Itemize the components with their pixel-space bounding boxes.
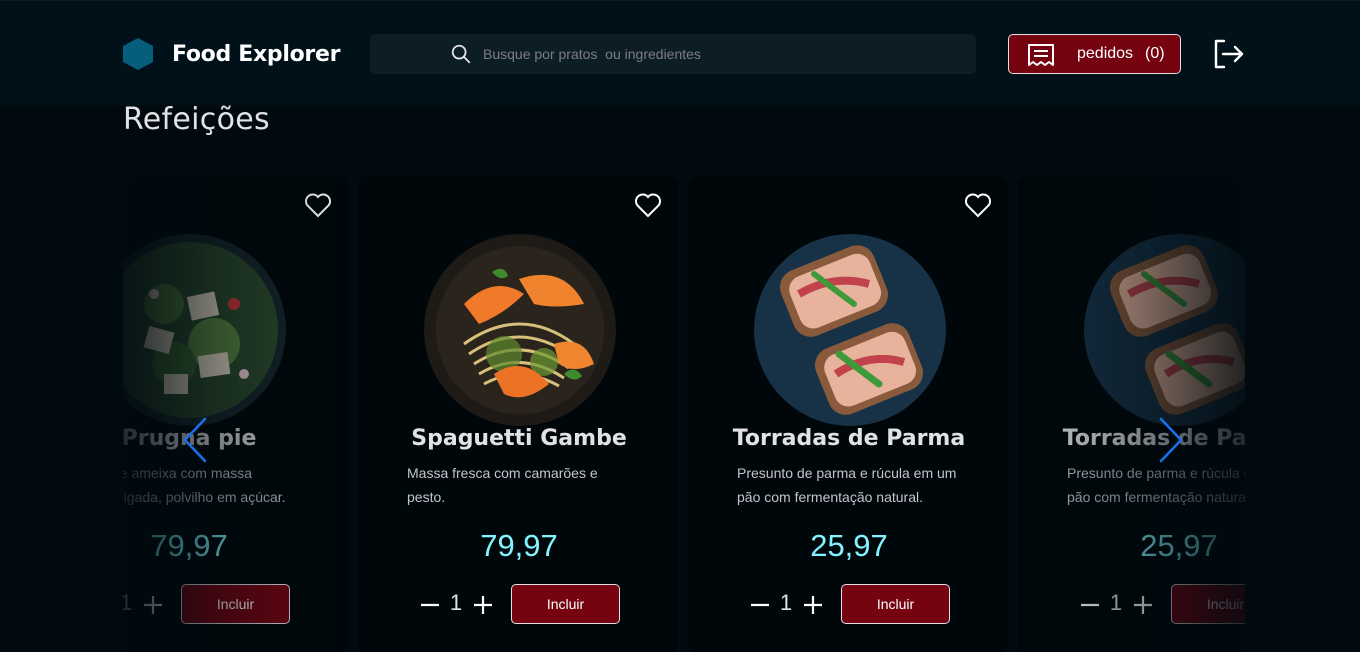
- dish-description: Presunto de parma e rúcula em um pão com…: [737, 465, 957, 505]
- orders-button[interactable]: pedidos (0): [1008, 34, 1181, 74]
- dish-price: 25,97: [1140, 528, 1218, 563]
- brand-name: Food Explorer: [172, 41, 341, 67]
- orders-count: (0): [1145, 45, 1165, 62]
- dish-description: Massa fresca com camarões e pesto.: [407, 465, 598, 505]
- chevron-left-icon[interactable]: [181, 417, 209, 463]
- minus-icon[interactable]: [749, 594, 771, 616]
- receipt-icon: [1028, 44, 1054, 66]
- dish-description: Torta de ameixa com massa amanteigada, p…: [123, 465, 286, 505]
- heart-icon[interactable]: [964, 192, 992, 218]
- app-header: Food Explorer pedidos (0): [0, 0, 1360, 105]
- search-input[interactable]: [483, 34, 953, 74]
- dish-card: Spaguetti Gambe Massa fresca com camarõe…: [359, 177, 677, 652]
- dish-name[interactable]: Prugna pie: [123, 426, 348, 451]
- dish-image: [123, 234, 286, 426]
- dish-description: Presunto de parma e rúcula em um pão com…: [1067, 465, 1245, 505]
- dish-price: 79,97: [150, 528, 228, 563]
- dish-image: [424, 234, 616, 426]
- dish-name[interactable]: Spaguetti Gambe: [360, 426, 678, 451]
- include-button[interactable]: Incluir: [841, 584, 950, 624]
- hexagon-icon: [123, 38, 153, 70]
- plus-icon[interactable]: [472, 594, 494, 616]
- include-button[interactable]: Incluir: [511, 584, 620, 624]
- quantity-value: 1: [779, 590, 793, 615]
- dish-card: Torradas de Parma Presunto de parma e rú…: [1019, 177, 1245, 652]
- dishes-carousel: Prugna pie Torta de ameixa com massa ama…: [123, 177, 1245, 652]
- quantity-value: 1: [1109, 590, 1123, 615]
- dish-name[interactable]: Torradas de Parma: [1020, 426, 1245, 451]
- orders-label: pedidos: [1077, 45, 1134, 62]
- minus-icon[interactable]: [1079, 594, 1101, 616]
- dish-card: Prugna pie Torta de ameixa com massa ama…: [123, 177, 347, 652]
- brand-logo[interactable]: Food Explorer: [123, 38, 340, 70]
- quantity-value: 1: [449, 590, 463, 615]
- plus-icon[interactable]: [1132, 594, 1154, 616]
- section-title: Refeições: [123, 102, 270, 137]
- dish-name[interactable]: Torradas de Parma: [690, 426, 1008, 451]
- heart-icon[interactable]: [304, 192, 332, 218]
- quantity-value: 1: [123, 590, 133, 615]
- logout-icon[interactable]: [1211, 37, 1245, 71]
- heart-icon[interactable]: [634, 192, 662, 218]
- dish-image: [1084, 234, 1245, 426]
- dish-price: 79,97: [480, 528, 558, 563]
- minus-icon[interactable]: [419, 594, 441, 616]
- dish-card: Torradas de Parma Presunto de parma e rú…: [689, 177, 1007, 652]
- dish-price: 25,97: [810, 528, 888, 563]
- include-button[interactable]: Incluir: [1171, 584, 1245, 624]
- chevron-right-icon[interactable]: [1157, 417, 1185, 463]
- search-bar: [370, 34, 976, 74]
- dish-image: [754, 234, 946, 426]
- plus-icon[interactable]: [802, 594, 824, 616]
- search-icon: [451, 44, 471, 64]
- plus-icon[interactable]: [142, 594, 164, 616]
- include-button[interactable]: Incluir: [181, 584, 290, 624]
